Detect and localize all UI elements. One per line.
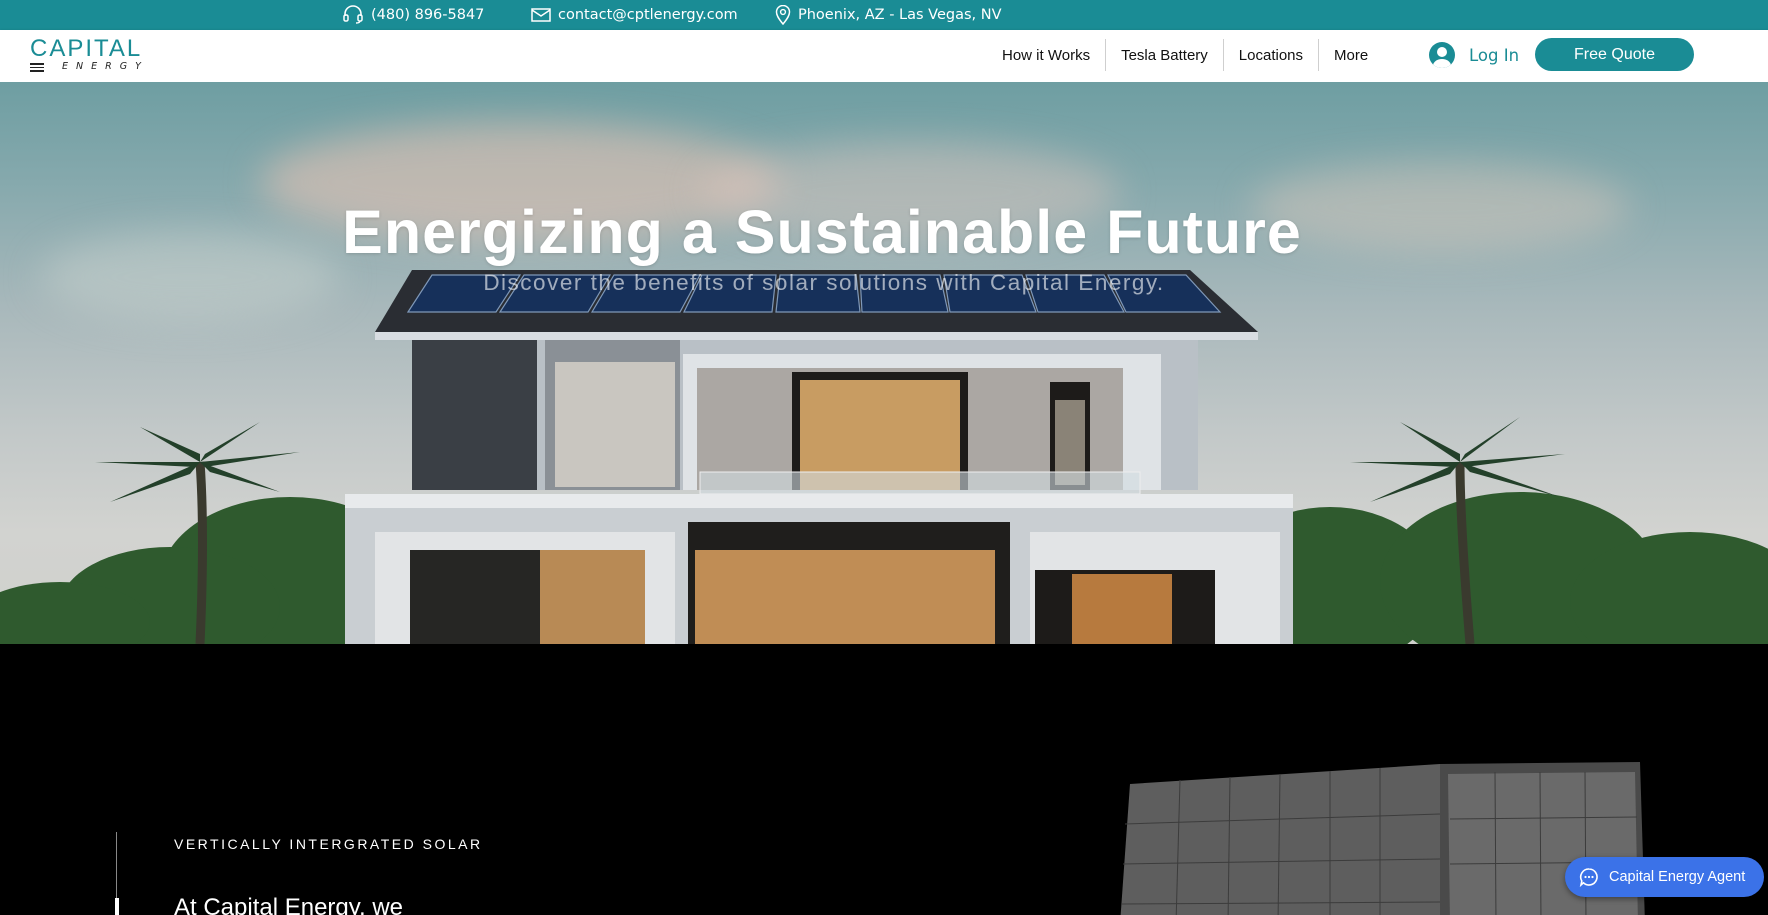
section-lead-text: At Capital Energy, we	[174, 894, 403, 915]
hero-title: Energizing a Sustainable Future	[342, 198, 1302, 266]
chat-agent-label: Capital Energy Agent	[1609, 869, 1746, 885]
hero-section: Energizing a Sustainable Future Discover…	[0, 82, 1768, 644]
chat-agent-button[interactable]: Capital Energy Agent	[1565, 857, 1764, 897]
phone-text: (480) 896-5847	[371, 7, 485, 23]
main-nav: How it Works Tesla Battery Locations Mor…	[987, 38, 1383, 72]
email-text: contact@cptlenergy.com	[558, 7, 738, 23]
nav-tesla-battery[interactable]: Tesla Battery	[1106, 38, 1223, 72]
login-button[interactable]: Log In	[1429, 38, 1519, 72]
logo-wordmark: CAPITAL	[30, 35, 143, 62]
chat-bubble-icon	[1579, 868, 1598, 887]
login-label: Log In	[1469, 45, 1520, 65]
phone-link[interactable]: (480) 896-5847	[342, 0, 484, 30]
solar-house-image	[0, 270, 1768, 644]
site-header: CAPITAL ENERGY How it Works Tesla Batter…	[0, 30, 1768, 82]
map-pin-icon	[775, 5, 791, 25]
hero-subtitle: Discover the benefits of solar solutions…	[483, 270, 1165, 295]
capital-energy-logo[interactable]: CAPITAL ENERGY	[30, 36, 142, 74]
about-section: VERTICALLY INTERGRATED SOLAR At Capital …	[0, 644, 1768, 915]
mail-icon	[531, 8, 551, 22]
location-text: Phoenix, AZ - Las Vegas, NV	[798, 7, 1002, 23]
section-eyebrow: VERTICALLY INTERGRATED SOLAR	[174, 836, 483, 852]
user-avatar-icon	[1429, 42, 1455, 68]
headset-icon	[343, 5, 363, 24]
logo-lines-icon	[30, 63, 44, 72]
free-quote-button[interactable]: Free Quote	[1535, 38, 1694, 71]
email-link[interactable]: contact@cptlenergy.com	[531, 0, 738, 30]
location-link[interactable]: Phoenix, AZ - Las Vegas, NV	[775, 0, 1002, 30]
contact-bar: (480) 896-5847 contact@cptlenergy.com Ph…	[0, 0, 1768, 30]
logo-subword: ENERGY	[62, 61, 149, 72]
accent-line-marker	[115, 898, 119, 915]
nav-how-it-works[interactable]: How it Works	[987, 38, 1105, 72]
nav-more[interactable]: More	[1319, 38, 1383, 72]
nav-locations[interactable]: Locations	[1224, 38, 1318, 72]
